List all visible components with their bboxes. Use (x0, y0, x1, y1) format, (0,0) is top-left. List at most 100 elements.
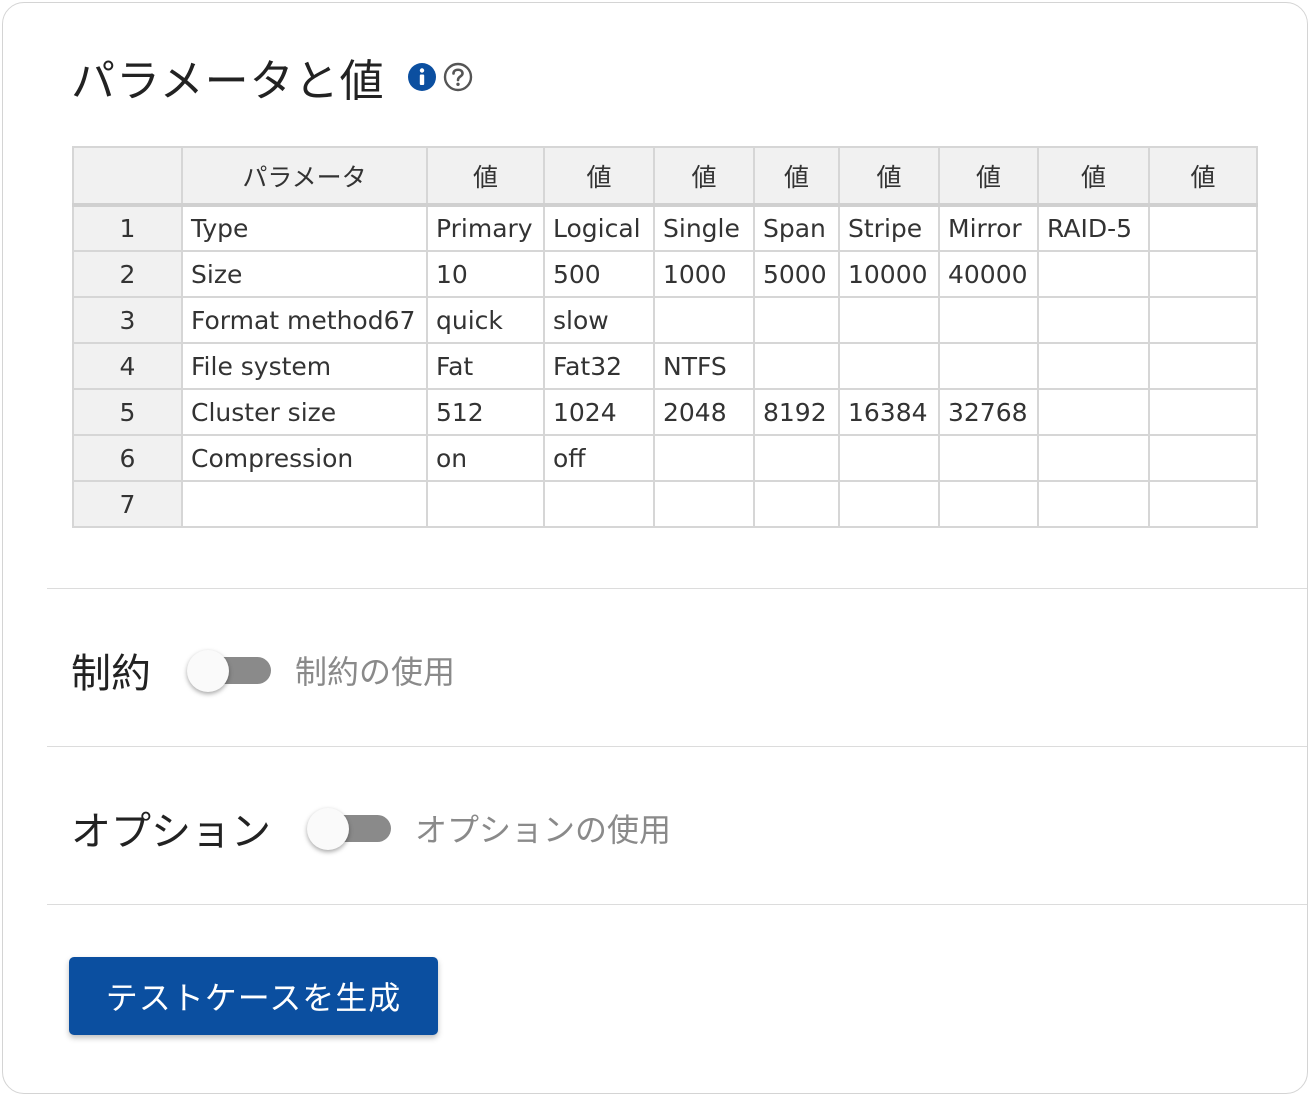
value-cell[interactable]: 10 (426, 250, 545, 298)
parameter-cell[interactable]: Cluster size (181, 388, 428, 436)
constraints-label: 制約 (71, 651, 151, 697)
value-cell[interactable]: 1000 (653, 250, 755, 298)
table-row: 6 Compression on off (72, 434, 1258, 482)
value-cell[interactable] (1148, 480, 1258, 528)
value-cell[interactable] (838, 480, 940, 528)
constraints-toggle-text: 制約の使用 (295, 653, 456, 691)
title-row: パラメータと値 (71, 51, 473, 107)
parameter-cell[interactable]: File system (181, 342, 428, 390)
section-title: パラメータと値 (71, 56, 385, 107)
row-number: 7 (72, 480, 183, 528)
value-cell[interactable]: Fat (426, 342, 545, 390)
value-cell[interactable] (938, 434, 1039, 482)
value-cell[interactable]: 8192 (753, 388, 840, 436)
options-label: オプション (71, 809, 271, 855)
value-cell[interactable]: 500 (543, 250, 655, 298)
value-cell[interactable] (1148, 388, 1258, 436)
value-cell[interactable] (653, 480, 755, 528)
table-row: 2 Size 10 500 1000 5000 10000 40000 (72, 250, 1258, 298)
options-row: オプション オプションの使用 (71, 799, 671, 857)
value-cell[interactable] (543, 480, 655, 528)
value-cell[interactable]: 512 (426, 388, 545, 436)
value-cell[interactable] (426, 480, 545, 528)
table-row: 3 Format method67 quick slow (72, 296, 1258, 344)
table-body: 1 Type Primary Logical Single Span Stripe Mirro… (72, 204, 1258, 528)
constraints-toggle-knob (187, 650, 229, 692)
value-cell[interactable]: Primary (426, 204, 545, 252)
value-cell[interactable] (1148, 296, 1258, 344)
value-cell[interactable]: 2048 (653, 388, 755, 436)
options-toggle-knob (307, 808, 349, 850)
value-cell[interactable] (938, 296, 1039, 344)
parameter-cell[interactable]: Format method67 (181, 296, 428, 344)
value-cell[interactable]: 5000 (753, 250, 840, 298)
value-cell[interactable] (938, 342, 1039, 390)
parameters-card: パラメータと値 パラメータ 値 値 値 値 値 値 値 値 1 Type Pri… (2, 2, 1308, 1094)
value-cell[interactable]: 10000 (838, 250, 940, 298)
value-cell[interactable] (753, 342, 840, 390)
parameter-cell[interactable]: Type (181, 204, 428, 252)
value-cell[interactable]: Span (753, 204, 840, 252)
value-cell[interactable]: Single (653, 204, 755, 252)
value-cell[interactable] (838, 434, 940, 482)
value-cell[interactable] (1037, 296, 1150, 344)
value-cell[interactable] (838, 296, 940, 344)
row-number: 5 (72, 388, 183, 436)
value-cell[interactable]: on (426, 434, 545, 482)
value-cell[interactable]: slow (543, 296, 655, 344)
value-cell[interactable]: Mirror (938, 204, 1039, 252)
row-number: 3 (72, 296, 183, 344)
header-value: 値 (1037, 146, 1150, 207)
row-number: 1 (72, 204, 183, 252)
value-cell[interactable] (753, 434, 840, 482)
value-cell[interactable] (1037, 434, 1150, 482)
generate-test-cases-button[interactable]: テストケースを生成 (69, 957, 438, 1035)
divider (47, 588, 1307, 589)
value-cell[interactable] (653, 434, 755, 482)
value-cell[interactable] (938, 480, 1039, 528)
options-toggle[interactable] (307, 808, 391, 850)
value-cell[interactable] (1037, 250, 1150, 298)
value-cell[interactable]: NTFS (653, 342, 755, 390)
value-cell[interactable]: 32768 (938, 388, 1039, 436)
value-cell[interactable]: Fat32 (543, 342, 655, 390)
header-value: 値 (426, 146, 545, 207)
info-icon[interactable] (407, 62, 437, 92)
value-cell[interactable]: 16384 (838, 388, 940, 436)
value-cell[interactable] (1148, 250, 1258, 298)
value-cell[interactable] (1037, 388, 1150, 436)
value-cell[interactable] (1148, 204, 1258, 252)
value-cell[interactable] (1148, 434, 1258, 482)
value-cell[interactable] (1037, 480, 1150, 528)
help-icon[interactable] (443, 62, 473, 92)
value-cell[interactable]: RAID-5 (1037, 204, 1150, 252)
value-cell[interactable]: off (543, 434, 655, 482)
value-cell[interactable] (1148, 342, 1258, 390)
header-value: 値 (838, 146, 940, 207)
options-toggle-text: オプションの使用 (415, 811, 672, 849)
value-cell[interactable] (653, 296, 755, 344)
parameter-cell[interactable]: Compression (181, 434, 428, 482)
value-cell[interactable] (1037, 342, 1150, 390)
value-cell[interactable]: 1024 (543, 388, 655, 436)
value-cell[interactable]: Logical (543, 204, 655, 252)
constraints-toggle[interactable] (187, 650, 271, 692)
table-row: 4 File system Fat Fat32 NTFS (72, 342, 1258, 390)
header-value: 値 (1148, 146, 1258, 207)
header-parameter: パラメータ (181, 146, 428, 207)
constraints-row: 制約 制約の使用 (71, 641, 455, 699)
parameter-cell[interactable] (181, 480, 428, 528)
table-header-row: パラメータ 値 値 値 値 値 値 値 値 (72, 146, 1258, 207)
divider (47, 746, 1307, 747)
value-cell[interactable] (838, 342, 940, 390)
value-cell[interactable]: Stripe (838, 204, 940, 252)
value-cell[interactable]: quick (426, 296, 545, 344)
value-cell[interactable] (753, 480, 840, 528)
parameter-cell[interactable]: Size (181, 250, 428, 298)
value-cell[interactable] (753, 296, 840, 344)
header-value: 値 (653, 146, 755, 207)
header-value: 値 (543, 146, 655, 207)
value-cell[interactable]: 40000 (938, 250, 1039, 298)
row-number: 4 (72, 342, 183, 390)
table-row: 7 (72, 480, 1258, 528)
